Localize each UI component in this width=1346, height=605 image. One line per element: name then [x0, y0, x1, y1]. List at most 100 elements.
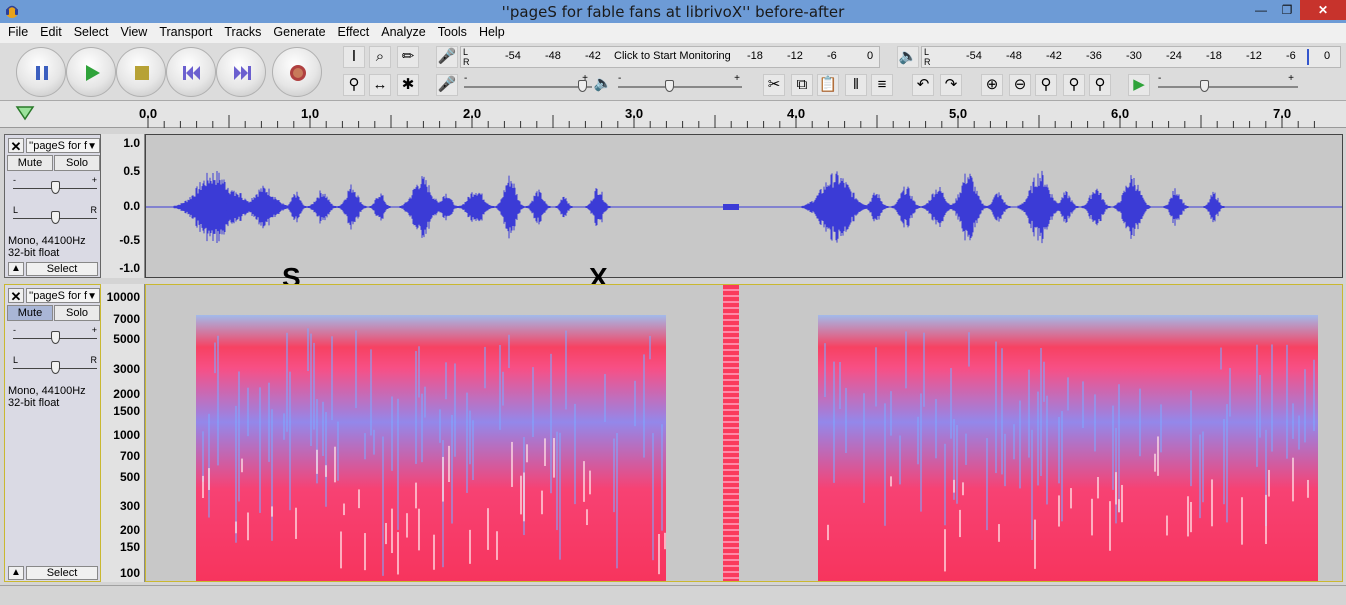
selection-tool-icon[interactable]: Ⅰ	[343, 46, 365, 68]
menu-view[interactable]: View	[114, 23, 153, 43]
spectrogram-hot-spot	[1265, 494, 1267, 545]
silence-audio-icon[interactable]: ≡	[871, 74, 893, 96]
waveform-tone-marker	[723, 204, 739, 210]
spectrogram-hot-spot	[1154, 453, 1156, 472]
menu-edit[interactable]: Edit	[34, 23, 68, 43]
spectrogram-hot-spot	[202, 475, 204, 499]
menu-tracks[interactable]: Tracks	[218, 23, 267, 43]
track2-pan-slider[interactable]: LR	[13, 355, 97, 377]
spectrogram-band	[1199, 434, 1201, 519]
track2-solo-button[interactable]: Solo	[54, 305, 100, 321]
zoom-in-icon[interactable]: ⊕	[981, 74, 1003, 96]
spectrogram-hot-spot	[511, 441, 513, 487]
record-tick: -42	[585, 50, 601, 62]
track1-pan-slider[interactable]: LR	[13, 205, 97, 227]
copy-icon[interactable]: ⧉	[791, 74, 813, 96]
spectrogram-band	[397, 398, 399, 530]
restore-button[interactable]: ❐	[1274, 0, 1300, 20]
undo-icon[interactable]: ↶	[912, 74, 934, 96]
paste-icon[interactable]: 📋	[817, 74, 839, 96]
record-meter[interactable]: L R -54 -48 -42 Click to Start Monitorin…	[460, 46, 880, 68]
menu-analyze[interactable]: Analyze	[375, 23, 431, 43]
spectrogram-band	[923, 332, 925, 407]
spectrogram-tone-stripe	[723, 565, 739, 567]
zoom-out-icon[interactable]: ⊖	[1009, 74, 1031, 96]
play-meter-speaker-icon[interactable]: 🔈	[897, 46, 919, 68]
skip-end-button[interactable]	[216, 47, 266, 97]
multi-tool-icon[interactable]: ✱	[397, 74, 419, 96]
spectrogram-tone-stripe	[723, 307, 739, 309]
play-at-speed-icon[interactable]: ▶	[1128, 74, 1150, 96]
menu-help[interactable]: Help	[473, 23, 511, 43]
spectrogram-band	[884, 403, 886, 526]
zoom-toggle-icon[interactable]: ⚲	[1089, 74, 1111, 96]
fit-project-icon[interactable]: ⚲	[1063, 74, 1085, 96]
spectrogram-hot-spot	[1097, 477, 1099, 499]
spectrogram-hot-spot	[658, 533, 660, 575]
minimize-button[interactable]: —	[1248, 0, 1274, 20]
track2-collapse-icon[interactable]: ▲	[8, 566, 24, 580]
play-icon	[86, 65, 100, 81]
play-at-speed-slider[interactable]: - +	[1158, 73, 1298, 97]
track2-mute-button[interactable]: Mute	[7, 305, 53, 321]
trim-audio-icon[interactable]: ‖	[845, 74, 867, 96]
freq-label: 700	[119, 449, 140, 463]
freq-label: 3000	[113, 362, 140, 376]
track2-close-icon[interactable]: ✕	[8, 288, 24, 304]
playback-meter[interactable]: L R -54 -48 -42 -36 -30 -24 -18 -12 -6 0	[921, 46, 1341, 68]
spectrogram-hot-spot	[583, 461, 585, 502]
draw-tool-icon[interactable]: ✏	[397, 46, 419, 68]
menu-tools[interactable]: Tools	[432, 23, 473, 43]
menu-transport[interactable]: Transport	[153, 23, 218, 43]
spectrogram-band	[370, 349, 372, 436]
track1-name-menu[interactable]: ''pageS for f ▼	[26, 138, 100, 153]
spectrogram-band	[1013, 424, 1015, 460]
pause-button[interactable]	[16, 47, 66, 97]
spectrogram-band	[421, 393, 423, 463]
track2-select-button[interactable]: Select	[26, 566, 98, 580]
spectrogram-hot-spot	[553, 438, 555, 478]
play-button[interactable]	[66, 47, 116, 97]
record-button[interactable]	[272, 47, 322, 97]
track1-gain-slider[interactable]: - +	[13, 175, 97, 197]
zoom-tool-icon[interactable]: ⚲	[343, 74, 365, 96]
spectrogram-hot-spot	[998, 524, 1000, 542]
close-button[interactable]: ✕	[1300, 0, 1346, 20]
spectrogram-tone-stripe	[723, 295, 739, 297]
spectrogram-hot-spot	[1034, 519, 1036, 569]
track1-close-icon[interactable]: ✕	[8, 138, 24, 154]
track2-name-menu[interactable]: ''pageS for f ▼	[26, 288, 100, 303]
play-tick: -18	[1206, 50, 1222, 62]
track1-mute-button[interactable]: Mute	[7, 155, 53, 171]
record-meter-mic-icon[interactable]: 🎤	[436, 46, 458, 68]
spectrogram-band	[310, 333, 312, 447]
fit-selection-icon[interactable]: ⚲	[1035, 74, 1057, 96]
track2-pan-left: L	[13, 355, 19, 365]
timeline-menu-icon[interactable]	[15, 104, 35, 122]
redo-icon[interactable]: ↷	[940, 74, 962, 96]
time-label: 7.0	[1273, 106, 1292, 121]
timeshift-tool-icon[interactable]: ↔	[369, 74, 391, 96]
track1-waveform[interactable]	[145, 134, 1343, 278]
track2-gain-slider[interactable]: - +	[13, 325, 97, 347]
output-volume-slider[interactable]: - +	[618, 73, 742, 97]
play-tick: -6	[1286, 50, 1296, 62]
menu-file[interactable]: File	[2, 23, 34, 43]
track1-collapse-icon[interactable]: ▲	[8, 262, 24, 276]
cut-icon[interactable]: ✂	[763, 74, 785, 96]
menu-effect[interactable]: Effect	[332, 23, 376, 43]
skip-start-button[interactable]	[166, 47, 216, 97]
timeline-ruler[interactable]: 0.0 1.0 2.0 3.0 4.0 5.0 6.0 7.0	[0, 101, 1346, 128]
spectrogram-band	[1067, 377, 1069, 411]
click-to-start-monitoring[interactable]: Click to Start Monitoring	[614, 50, 731, 62]
stop-button[interactable]	[116, 47, 166, 97]
menu-generate[interactable]: Generate	[267, 23, 331, 43]
spectrogram-tone-stripe	[723, 379, 739, 381]
menu-select[interactable]: Select	[68, 23, 115, 43]
spectrogram-tone-stripe	[723, 289, 739, 291]
track2-spectrogram[interactable]	[145, 284, 1343, 582]
input-volume-slider[interactable]: - +	[464, 73, 592, 97]
envelope-tool-icon[interactable]: ⌕	[369, 46, 391, 68]
track1-select-button[interactable]: Select	[26, 262, 98, 276]
track1-solo-button[interactable]: Solo	[54, 155, 100, 171]
